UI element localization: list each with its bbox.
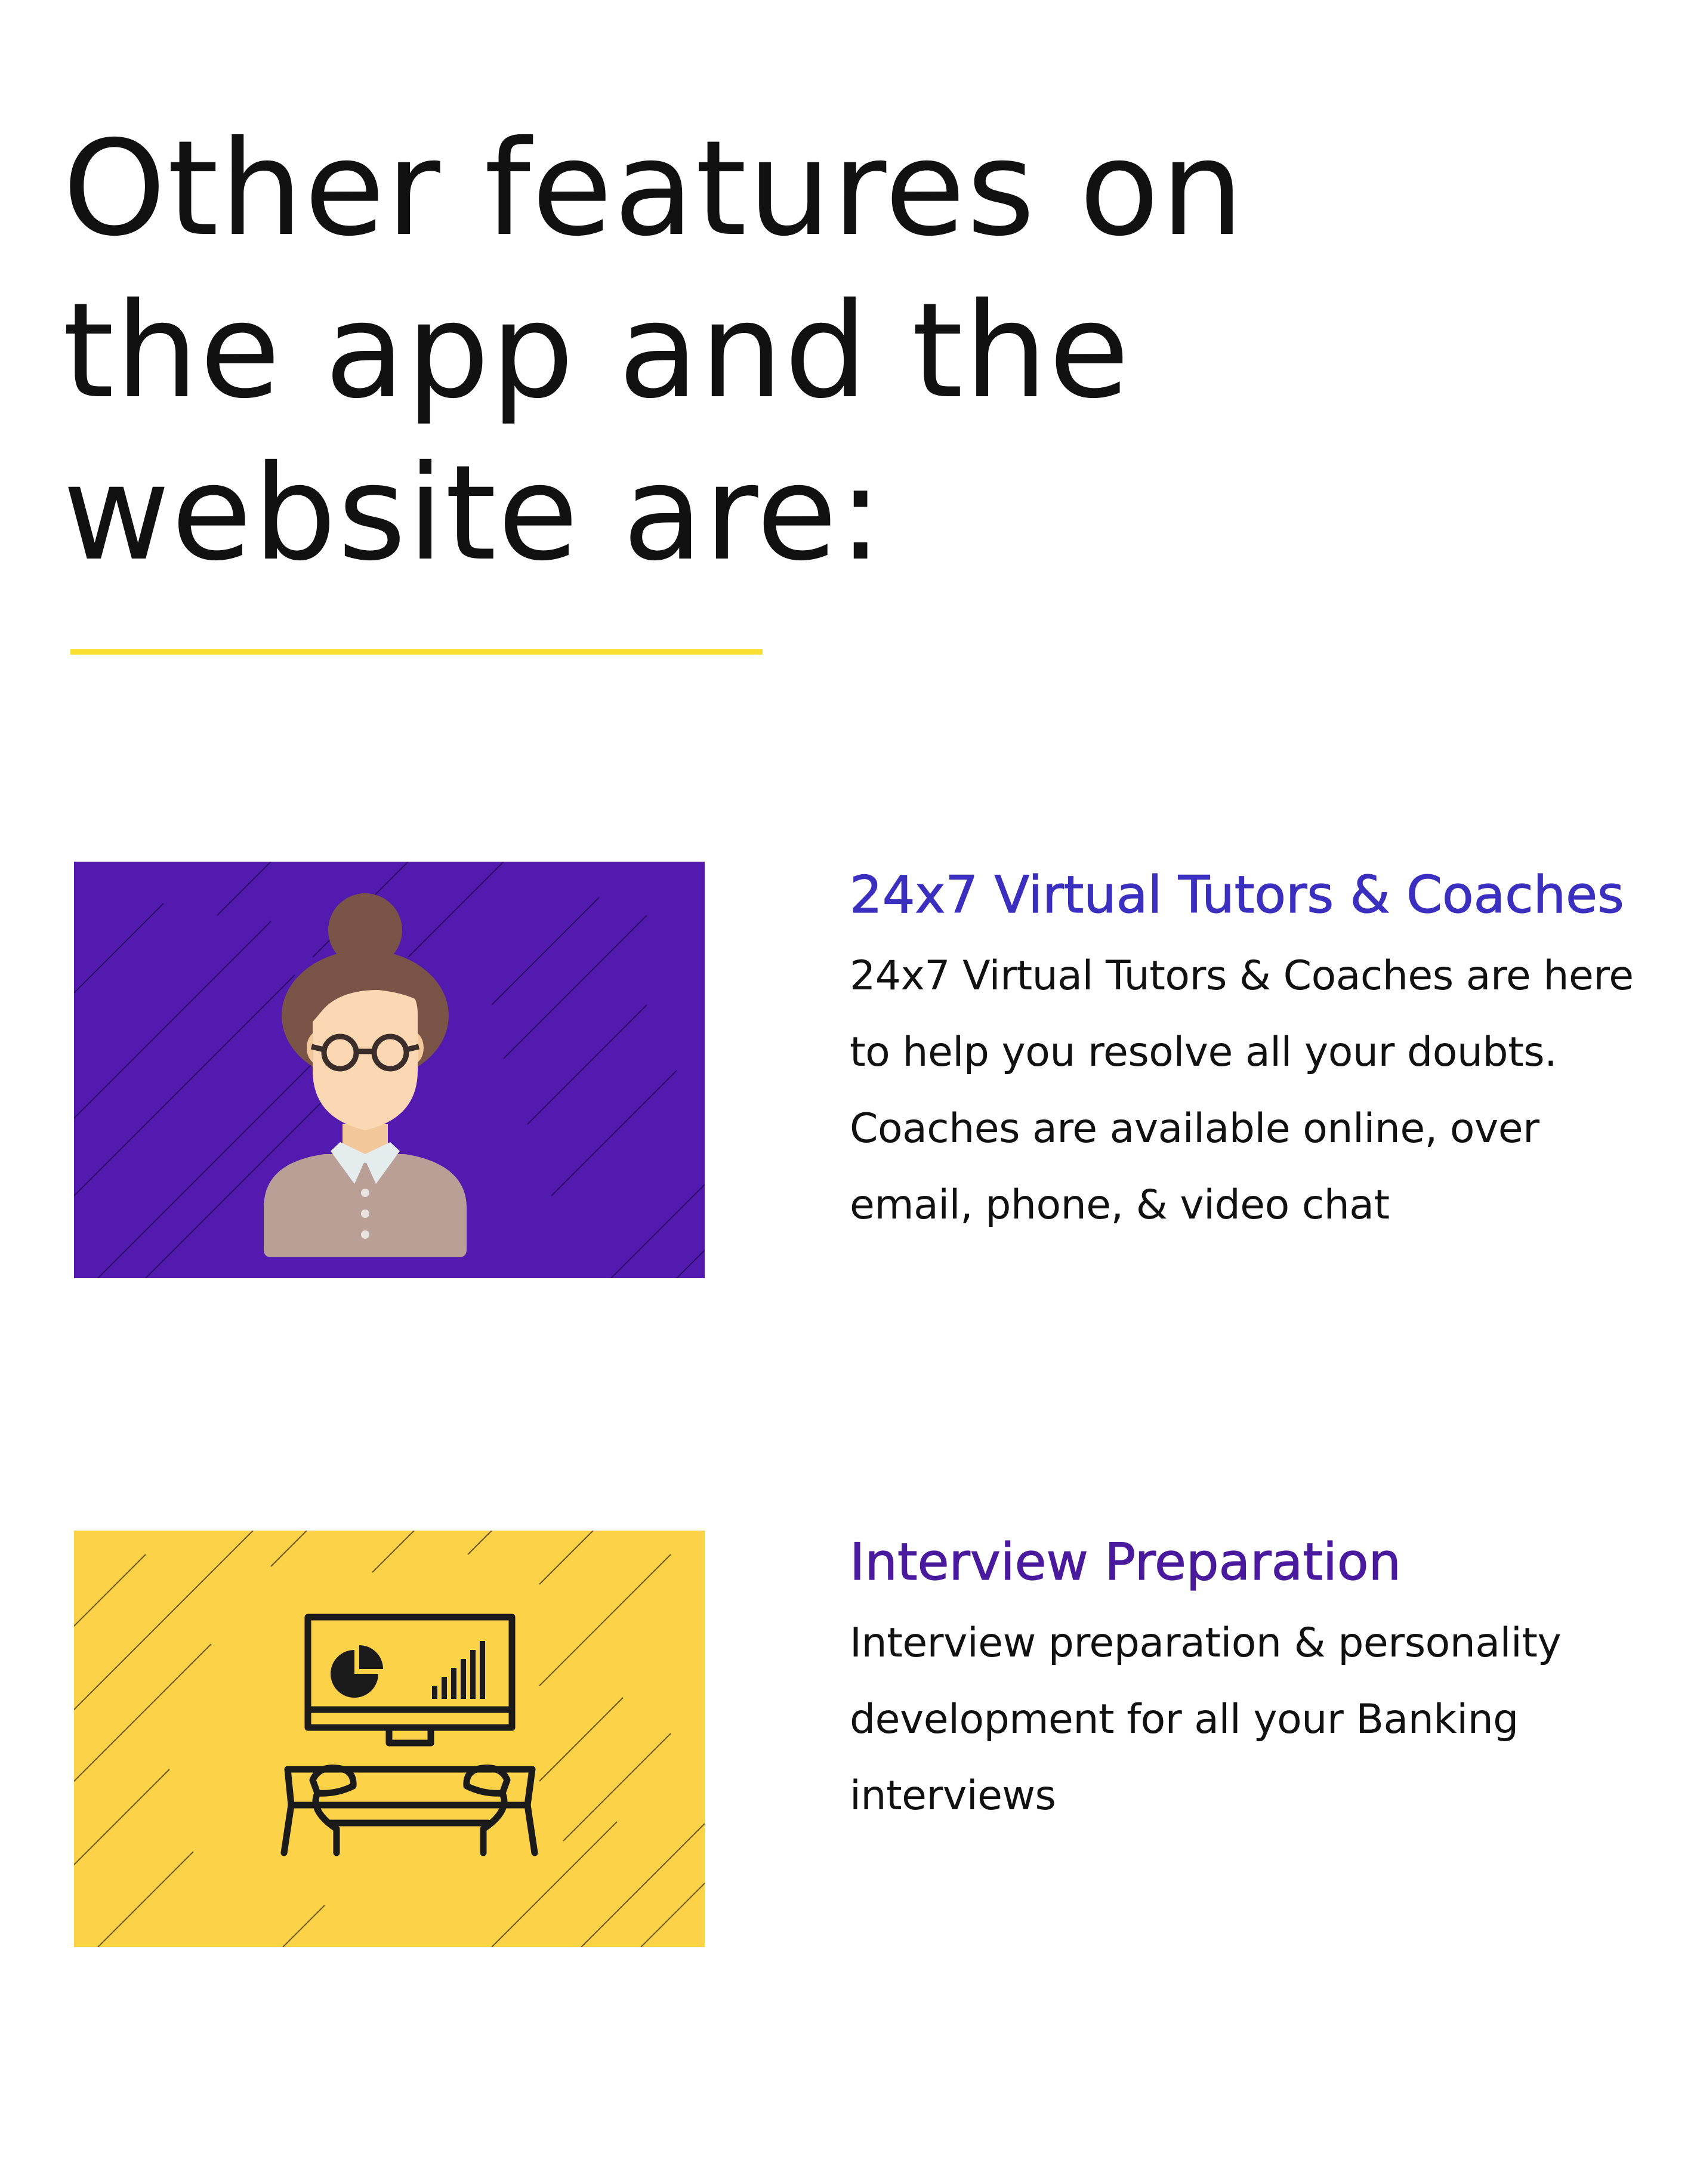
- feature-description: Interview preparation & personality deve…: [850, 1620, 1562, 1819]
- page-title: Other features on the app and the websit…: [63, 112, 1245, 590]
- feature-heading: Interview Preparation: [849, 1532, 1402, 1592]
- feature-tutors-image: [74, 862, 705, 1278]
- feature-heading: 24x7 Virtual Tutors & Coaches: [849, 865, 1624, 925]
- feature-interview: Interview Preparation Interview preparat…: [849, 1526, 1643, 1834]
- title-underline: [70, 649, 763, 655]
- tutor-avatar-icon: [74, 862, 705, 1278]
- feature-description: 24x7 Virtual Tutors & Coaches are here t…: [850, 952, 1634, 1229]
- feature-tutors: 24x7 Virtual Tutors & Coaches 24x7 Virtu…: [849, 859, 1643, 1244]
- feature-interview-image: [74, 1531, 705, 1947]
- computer-typing-icon: [74, 1531, 705, 1947]
